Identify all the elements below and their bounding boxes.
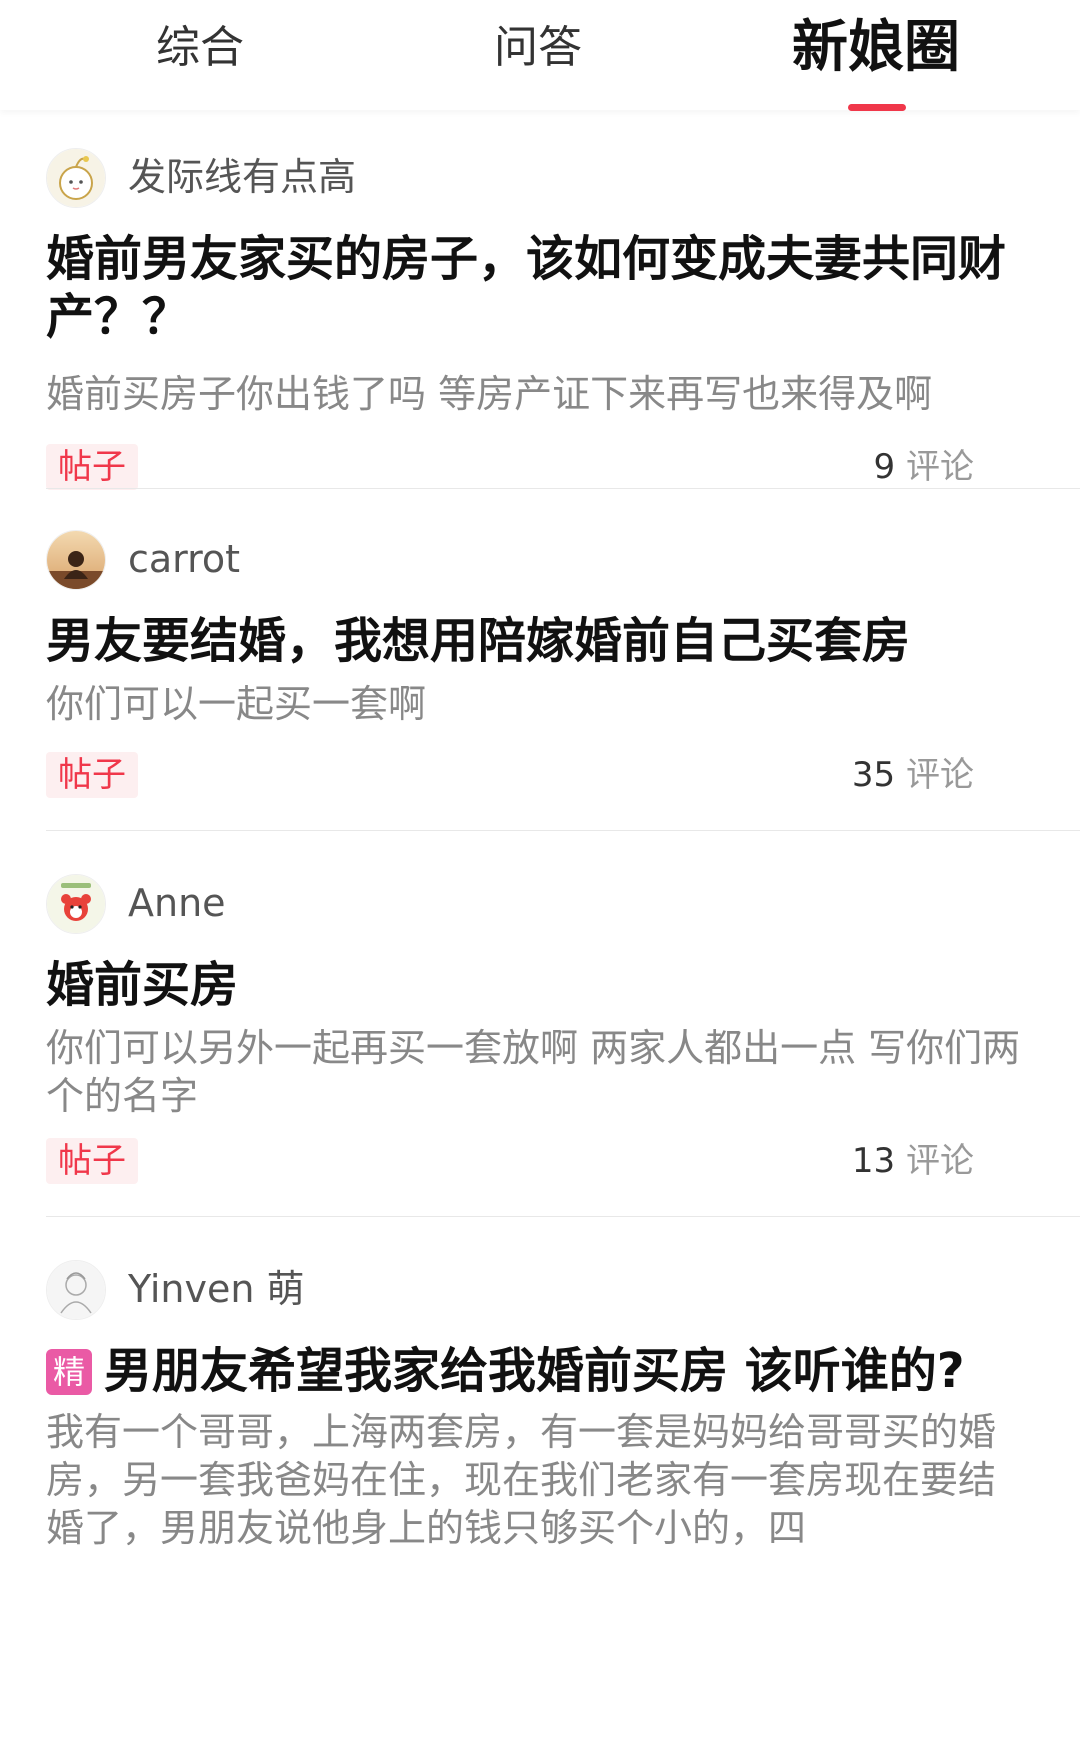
post-excerpt[interactable]: 你们可以一起买一套啊 — [46, 680, 1030, 728]
post-excerpt[interactable]: 你们可以另外一起再买一套放啊 两家人都出一点 写你们两个的名字 — [46, 1024, 1030, 1120]
tab-bride-circle[interactable]: 新娘圈 — [766, 18, 986, 78]
tab-qa[interactable]: 问答 — [428, 18, 648, 78]
comment-count-value: 35 — [851, 755, 896, 795]
post-card[interactable]: Yinven 萌 精男朋友希望我家给我婚前买房 该听谁的? 我有一个哥哥，上海两… — [46, 1260, 1030, 1753]
active-tab-indicator — [848, 104, 906, 111]
post-card[interactable]: Anne 婚前买房 你们可以另外一起再买一套放啊 两家人都出一点 写你们两个的名… — [46, 874, 1030, 1234]
tab-bar: 综合 问答 新娘圈 — [0, 0, 1080, 111]
post-excerpt[interactable]: 我有一个哥哥，上海两套房，有一套是妈妈给哥哥买的婚房，另一套我爸妈在住，现在我们… — [46, 1408, 1030, 1552]
comment-count[interactable]: 13 评论 — [852, 1138, 974, 1184]
post-card[interactable]: carrot 男友要结婚，我想用陪嫁婚前自己买套房 你们可以一起买一套啊 帖子 … — [46, 530, 1030, 860]
post-title[interactable]: 男友要结婚，我想用陪嫁婚前自己买套房 — [46, 612, 1030, 670]
cartoon-avatar-icon[interactable] — [46, 148, 106, 208]
comment-label: 评论 — [906, 447, 974, 487]
comment-count[interactable]: 9 评论 — [874, 444, 974, 490]
post-title[interactable]: 精男朋友希望我家给我婚前买房 该听谁的? — [46, 1342, 1030, 1400]
author-name[interactable]: Anne — [128, 878, 226, 928]
post-excerpt[interactable]: 婚前买房子你出钱了吗 等房产证下来再写也来得及啊 — [46, 370, 1030, 418]
post-type-tag: 帖子 — [46, 1138, 138, 1184]
comment-label: 评论 — [906, 1141, 974, 1181]
post-title[interactable]: 婚前买房 — [46, 956, 1030, 1014]
photo-avatar-icon[interactable] — [46, 530, 106, 590]
post-type-tag: 帖子 — [46, 752, 138, 798]
tab-comprehensive[interactable]: 综合 — [90, 18, 310, 78]
author-name[interactable]: 发际线有点高 — [128, 152, 356, 202]
comment-count[interactable]: 35 评论 — [852, 752, 974, 798]
divider — [46, 830, 1080, 831]
post-title-text[interactable]: 男朋友希望我家给我婚前买房 该听谁的? — [104, 1343, 965, 1399]
bear-avatar-icon[interactable] — [46, 874, 106, 934]
post-title[interactable]: 婚前男友家买的房子，该如何变成夫妻共同财产？？ — [46, 230, 1030, 346]
comment-count-value: 9 — [873, 447, 896, 487]
sketch-avatar-icon[interactable] — [46, 1260, 106, 1320]
author-name[interactable]: carrot — [128, 534, 240, 584]
post-type-tag: 帖子 — [46, 444, 138, 490]
divider — [46, 1216, 1080, 1217]
comment-label: 评论 — [906, 755, 974, 795]
comment-count-value: 13 — [851, 1141, 896, 1181]
divider — [46, 488, 1080, 489]
author-name[interactable]: Yinven 萌 — [128, 1264, 305, 1314]
featured-badge: 精 — [46, 1349, 92, 1395]
